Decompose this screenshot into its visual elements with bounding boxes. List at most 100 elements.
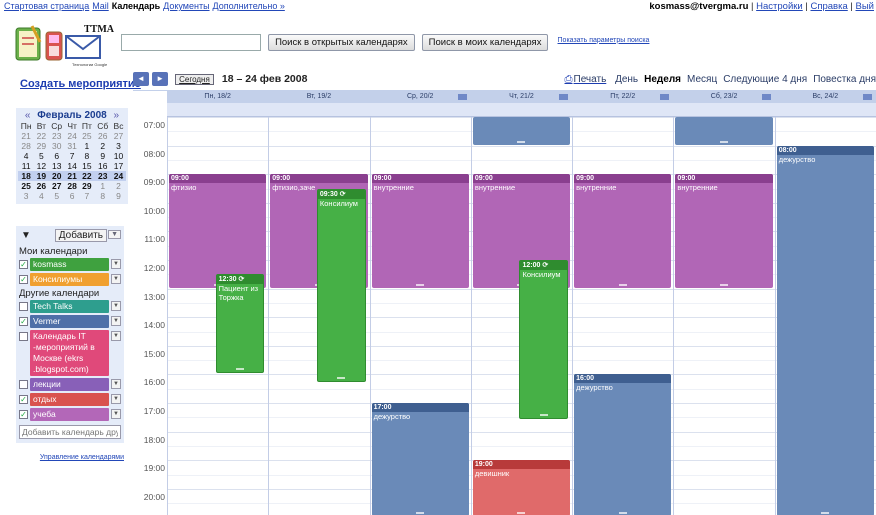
mini-calendar-day[interactable]: 29 xyxy=(34,141,48,151)
calendar-name[interactable]: отдых xyxy=(30,393,109,406)
mini-calendar-day[interactable]: 24 xyxy=(111,171,126,181)
calendar-event[interactable]: 09:30 ⟳ Консилиум xyxy=(316,188,366,382)
calendar-name[interactable]: Tech Talks xyxy=(30,300,109,313)
calendar-name[interactable]: kosmass xyxy=(30,258,109,271)
event-resize-handle[interactable] xyxy=(720,140,729,143)
day-collapse-icon[interactable] xyxy=(559,94,569,100)
mini-calendar-day[interactable]: 1 xyxy=(94,181,111,191)
mini-calendar-day[interactable]: 31 xyxy=(65,141,79,151)
calendar-menu-icon[interactable]: ▼ xyxy=(111,301,121,311)
calendar-event[interactable]: 09:00 внутренние xyxy=(574,174,672,288)
view-tab[interactable]: Повестка дня xyxy=(813,74,876,85)
day-collapse-icon[interactable] xyxy=(862,94,872,100)
calendar-item[interactable]: ✓ учеба ▼ xyxy=(19,408,121,421)
top-nav-link[interactable]: Документы xyxy=(163,1,209,11)
mini-calendar-day[interactable]: 8 xyxy=(79,151,94,161)
event-resize-handle[interactable] xyxy=(517,140,526,143)
add-calendar-button[interactable]: Добавить xyxy=(54,229,107,242)
day-header-label[interactable]: Вт, 19/2 xyxy=(307,93,331,100)
calendar-event[interactable]: 12:30 ⟳ Пациент из Торжка xyxy=(215,274,265,374)
event-resize-handle[interactable] xyxy=(618,283,627,286)
event-resize-handle[interactable] xyxy=(720,283,729,286)
calendar-item[interactable]: лекции ▼ xyxy=(19,378,121,391)
add-friend-calendar-input[interactable] xyxy=(19,425,121,439)
search-my-button[interactable]: Поиск в моих календарях xyxy=(421,34,549,51)
mini-calendar-day[interactable]: 26 xyxy=(34,181,48,191)
mini-calendar-day[interactable]: 22 xyxy=(34,131,48,141)
mini-calendar-day[interactable]: 9 xyxy=(111,191,126,201)
mini-calendar-day[interactable]: 21 xyxy=(18,131,34,141)
calendar-checkbox[interactable] xyxy=(19,380,28,389)
calendar-checkbox[interactable]: ✓ xyxy=(19,260,28,269)
calendar-menu-icon[interactable]: ▼ xyxy=(111,331,121,341)
mini-calendar-day[interactable]: 2 xyxy=(111,181,126,191)
calendar-item[interactable]: ✓ Консилиумы ▼ xyxy=(19,273,121,286)
event-resize-handle[interactable] xyxy=(618,512,627,515)
mini-calendar-day[interactable]: 22 xyxy=(79,171,95,181)
mini-calendar-day[interactable]: 8 xyxy=(94,191,111,201)
mini-calendar-day[interactable]: 10 xyxy=(111,151,126,161)
mini-calendar-day[interactable]: 12 xyxy=(34,161,48,171)
day-header[interactable]: Чт, 21/2 xyxy=(471,91,572,103)
search-public-button[interactable]: Поиск в открытых календарях xyxy=(268,34,415,51)
mini-calendar-day[interactable]: 27 xyxy=(111,131,126,141)
calendar-name[interactable]: лекции xyxy=(30,378,109,391)
mini-calendar-day[interactable]: 1 xyxy=(79,141,94,151)
day-header[interactable]: Вс, 24/2 xyxy=(775,91,876,103)
calendar-name[interactable]: учеба xyxy=(30,408,109,421)
day-header-label[interactable]: Сб, 23/2 xyxy=(711,93,738,100)
calendar-name[interactable]: Календарь IT -мероприятий в Москве (ekrs… xyxy=(30,330,109,376)
calendar-menu-icon[interactable]: ▼ xyxy=(111,394,121,404)
day-header[interactable]: Вт, 19/2 xyxy=(268,91,369,103)
mini-calendar-day[interactable]: 19 xyxy=(34,171,49,181)
search-input[interactable] xyxy=(121,34,261,51)
today-button[interactable]: Сегодня xyxy=(175,73,214,85)
top-nav-link[interactable]: Дополнительно » xyxy=(213,1,285,11)
top-nav-link[interactable]: Стартовая страница xyxy=(4,1,89,11)
event-resize-handle[interactable] xyxy=(235,368,244,371)
calendar-event[interactable]: 09:00 фтизио xyxy=(169,174,267,288)
calendar-event[interactable]: 12:00 ⟳ Консилиум xyxy=(519,260,569,420)
all-day-row[interactable] xyxy=(167,103,876,117)
calendar-menu-icon[interactable]: ▼ xyxy=(111,274,121,284)
event-resize-handle[interactable] xyxy=(416,512,425,515)
mini-calendar-day[interactable]: 6 xyxy=(65,191,79,201)
next-week-button[interactable]: ► xyxy=(152,72,169,86)
mini-calendar-day[interactable]: 25 xyxy=(18,181,34,191)
calendar-item[interactable]: ✓ kosmass ▼ xyxy=(19,258,121,271)
mini-calendar-day[interactable]: 15 xyxy=(79,161,94,171)
day-header-label[interactable]: Ср, 20/2 xyxy=(407,93,433,100)
calendar-menu-icon[interactable]: ▼ xyxy=(111,409,121,419)
view-tab[interactable]: Месяц xyxy=(687,74,717,85)
print-link[interactable]: ⎙Печать xyxy=(565,74,607,85)
event-resize-handle[interactable] xyxy=(517,512,526,515)
mini-next-month-button[interactable]: » xyxy=(114,110,120,121)
calendar-checkbox[interactable] xyxy=(19,302,28,311)
mini-calendar-day[interactable]: 27 xyxy=(49,181,65,191)
calendar-event[interactable]: 09:00 внутренние xyxy=(675,174,773,288)
day-header-label[interactable]: Пт, 22/2 xyxy=(610,93,635,100)
mini-calendar-day[interactable]: 26 xyxy=(94,131,111,141)
event-resize-handle[interactable] xyxy=(337,376,346,379)
mini-calendar-day[interactable]: 28 xyxy=(18,141,34,151)
calendar-name[interactable]: Консилиумы xyxy=(30,273,109,286)
calendar-logo[interactable]: TTMA Технологии Google xyxy=(14,22,115,68)
search-options-link[interactable]: Показать параметры поиска xyxy=(558,37,650,44)
calendar-item[interactable]: ✓ отдых ▼ xyxy=(19,393,121,406)
week-grid[interactable]: Пн, 18/2 Вт, 19/2 Ср, 20/2 Чт, 21/2 Пт, 22/2… xyxy=(133,90,876,515)
day-collapse-icon[interactable] xyxy=(660,94,670,100)
calendar-event[interactable] xyxy=(675,117,773,145)
day-header[interactable]: Пн, 18/2 xyxy=(167,91,268,103)
top-nav-link[interactable]: Mail xyxy=(92,1,109,11)
mini-calendar-day[interactable]: 3 xyxy=(18,191,34,201)
mini-calendar-day[interactable]: 3 xyxy=(111,141,126,151)
day-header[interactable]: Сб, 23/2 xyxy=(673,91,774,103)
mini-calendar-day[interactable]: 5 xyxy=(34,151,48,161)
event-resize-handle[interactable] xyxy=(416,283,425,286)
calendar-menu-icon[interactable]: ▼ xyxy=(111,259,121,269)
calendar-event[interactable]: 19:00 девишник xyxy=(472,460,571,515)
mini-calendar-day[interactable]: 4 xyxy=(34,191,48,201)
mini-calendar-day[interactable]: 14 xyxy=(65,161,79,171)
day-collapse-icon[interactable] xyxy=(761,94,771,100)
day-header[interactable]: Ср, 20/2 xyxy=(370,91,471,103)
